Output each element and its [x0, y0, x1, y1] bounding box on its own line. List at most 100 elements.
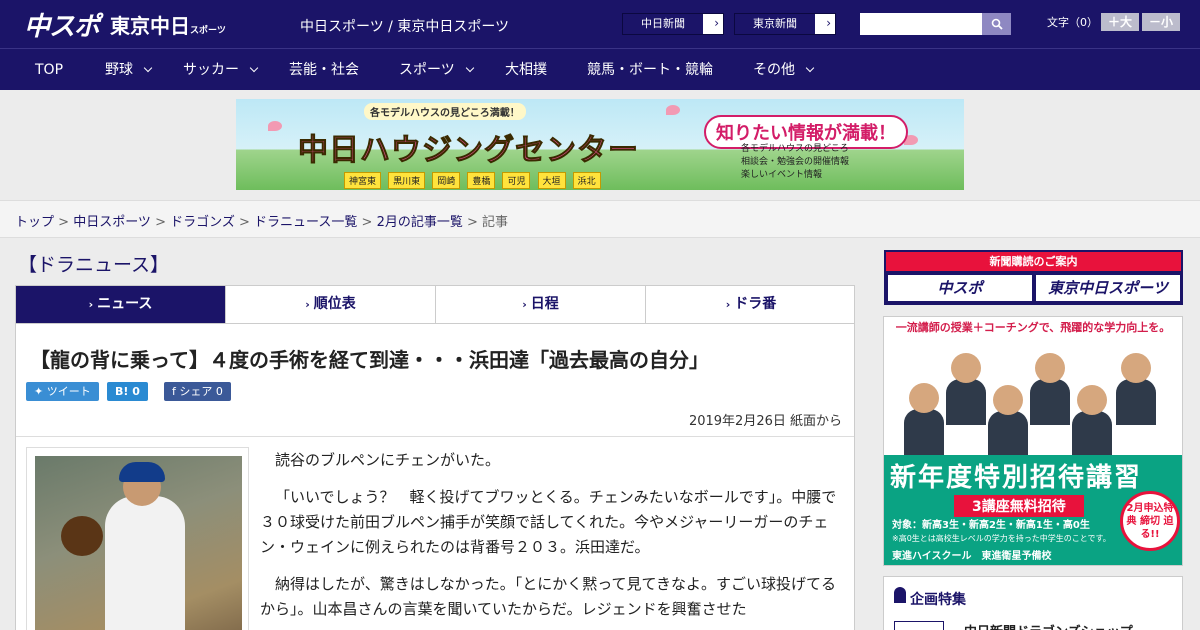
tab-label: 順位表: [313, 296, 356, 312]
pitcher-photo: [35, 456, 242, 630]
nav-label: TOP: [35, 62, 64, 78]
breadcrumb-bar: トップ > 中日スポーツ > ドラゴンズ > ドラニュース一覧 > 2月の記事一…: [0, 200, 1200, 238]
chuspo-subscribe-logo[interactable]: 中スポ: [888, 275, 1032, 301]
ribbon-icon: [894, 587, 906, 603]
housing-center-banner-ad[interactable]: 各モデルハウスの見どころ満載！ 中日ハウジングセンター 知りたい情報が満載！ 各…: [236, 99, 964, 190]
hatena-label: B! 0: [115, 385, 140, 398]
banner-list-item: 各モデルハウスの見どころ: [741, 144, 849, 154]
feature-thumbnail[interactable]: [894, 621, 944, 630]
breadcrumb-top[interactable]: トップ: [15, 215, 54, 230]
tweet-button[interactable]: ✦ ツイート: [26, 382, 99, 401]
city-tag: 浜北: [572, 172, 601, 189]
ad-note: ※高0生とは高校生レベルの学力を持った中学生のことです。: [892, 534, 1111, 543]
article-body: 読谷のブルペンにチェンがいた。 「いいでしょう？ 軽く投げてブワッとくる。チェン…: [260, 448, 840, 630]
link-label: 中日新聞: [623, 14, 703, 34]
toshin-ad[interactable]: 一流講師の授業＋コーチングで、飛躍的な学力向上を。 新年度特別招待講習 3講座無…: [883, 316, 1183, 566]
tokyo-subscribe-logo[interactable]: 東京中日スポーツ: [1036, 275, 1180, 301]
ad-small-text: 対象：新高3生・新高2生・新高1生・高0生 ※高0生とは高校生レベルの学力を持っ…: [892, 519, 1112, 545]
tokyo-chunichi-logo[interactable]: 東京中日スポーツ: [110, 10, 226, 39]
tokyo-shimbun-link[interactable]: 東京新聞 ›: [734, 13, 836, 35]
subscription-box[interactable]: 新聞購読のご案内 中スポ 東京中日スポーツ: [884, 250, 1183, 305]
breadcrumb-chunichi-sports[interactable]: 中日スポーツ: [73, 215, 151, 230]
bird-icon: [666, 105, 680, 115]
breadcrumb-news-list[interactable]: ドラニュース一覧: [254, 215, 357, 230]
main-nav: TOP 野球 サッカー 芸能・社会 スポーツ 大相撲 競馬・ボート・競輪 その他: [0, 48, 1200, 90]
ad-big-text: 新年度特別招待講習: [890, 463, 1143, 493]
nav-sports[interactable]: スポーツ: [399, 49, 474, 91]
article-photo[interactable]: [26, 447, 249, 630]
banner-cities: 神宮東 黒川東 岡崎 豊橋 可児 大垣 浜北: [344, 169, 603, 189]
breadcrumb-sep: >: [357, 215, 377, 230]
nav-racing[interactable]: 競馬・ボート・競輪: [587, 49, 713, 91]
font-size-label: 文字（0）: [1047, 16, 1098, 29]
banner-top-text: 各モデルハウスの見どころ満載！: [364, 103, 526, 120]
ad-top-text: 一流講師の授業＋コーチングで、飛躍的な学力向上を。: [895, 321, 1171, 334]
chevron-right-icon: ›: [714, 16, 719, 30]
city-tag: 黒川東: [388, 172, 426, 189]
chevron-down-icon: [143, 63, 153, 73]
tab-label: ドラ番: [734, 296, 777, 312]
nav-top[interactable]: TOP: [35, 49, 63, 91]
breadcrumb-sep: >: [462, 215, 483, 230]
tab-news[interactable]: › ニュース: [16, 286, 226, 323]
tab-schedule[interactable]: › 日程: [436, 286, 646, 323]
glove: [61, 516, 103, 556]
city-tag: 豊橋: [467, 172, 496, 189]
feature-box: 企画特集 中日新聞ドラゴンズショップ: [883, 576, 1183, 630]
chevron-right-icon: ›: [725, 298, 731, 311]
player-cap: [119, 462, 165, 482]
tab-label: 日程: [530, 296, 559, 312]
site-title[interactable]: 中日スポーツ / 東京中日スポーツ: [300, 16, 509, 36]
banner-list-item: 相談会・勉強会の開催情報: [741, 157, 850, 167]
nav-label: 競馬・ボート・競輪: [587, 62, 713, 78]
hatena-bookmark-button[interactable]: B! 0: [107, 382, 148, 401]
breadcrumb-sep: >: [234, 215, 255, 230]
city-tag: 大垣: [537, 172, 566, 189]
tab-standings[interactable]: › 順位表: [226, 286, 436, 323]
article-paragraph: 読谷のブルペンにチェンがいた。: [275, 451, 501, 469]
city-tag: 岡崎: [432, 172, 461, 189]
chunichi-shimbun-link[interactable]: 中日新聞 ›: [622, 13, 724, 35]
chevron-right-icon: ›: [305, 298, 310, 311]
nav-soccer[interactable]: サッカー: [183, 49, 259, 91]
nav-label: 芸能・社会: [289, 62, 359, 78]
chevron-down-icon: [465, 63, 474, 73]
chuspo-logo[interactable]: 中スポ: [24, 6, 100, 43]
nav-label: サッカー: [183, 62, 239, 78]
tweet-label: ツイート: [46, 385, 91, 398]
facebook-share-button[interactable]: f シェア 0: [164, 382, 231, 401]
city-tag: 可児: [502, 172, 531, 189]
article-date: 2019年2月26日 紙面から: [688, 414, 842, 429]
breadcrumb-dragons[interactable]: ドラゴンズ: [170, 215, 235, 230]
tab-dora-ban[interactable]: › ドラ番: [646, 286, 856, 323]
divider: [16, 436, 854, 437]
nav-sumo[interactable]: 大相撲: [505, 49, 547, 91]
chevron-right-icon: ›: [826, 16, 831, 30]
tokyo-logo-small: スポーツ: [190, 26, 226, 36]
section-title: 【ドラニュース】: [18, 254, 170, 276]
ad-bottom-text: 東進ハイスクール 東進衛星予備校: [892, 551, 1052, 562]
nav-other[interactable]: その他: [753, 49, 815, 91]
ad-badge: 2月申込特典 締切 迫る!!: [1120, 491, 1180, 551]
tokyo-logo-text: 東京中日: [110, 14, 190, 38]
facebook-label: シェア 0: [179, 385, 223, 398]
nav-baseball[interactable]: 野球: [105, 49, 153, 91]
chevron-right-icon: ›: [522, 298, 527, 311]
article-headline: 【龍の背に乗って】４度の手術を経て到達・・・浜田達「過去最高の自分」: [30, 348, 709, 372]
nav-entertainment[interactable]: 芸能・社会: [289, 49, 359, 91]
banner-main-text: 中日ハウジングセンター: [298, 133, 639, 169]
breadcrumb-feb-list[interactable]: 2月の記事一覧: [377, 215, 463, 230]
banner-list-item: 楽しいイベント情報: [741, 170, 823, 180]
search-button[interactable]: [982, 13, 1011, 35]
link-label: 東京新聞: [735, 14, 815, 34]
nav-label: 大相撲: [505, 62, 547, 78]
feature-item-link[interactable]: 中日新聞ドラゴンズショップ: [964, 621, 1133, 630]
breadcrumb-sep: >: [54, 215, 74, 230]
font-smaller-button[interactable]: －小: [1142, 13, 1180, 31]
search-icon: [991, 18, 1003, 30]
search-input[interactable]: [860, 13, 982, 35]
article-paragraph: 「いいでしょう？ 軽く投げてブワッとくる。チェンみたいなボールです」。中腰で３０…: [260, 488, 837, 556]
teachers-photo: [890, 339, 1176, 457]
font-bigger-button[interactable]: ＋大: [1101, 13, 1139, 31]
nav-label: スポーツ: [399, 62, 455, 78]
